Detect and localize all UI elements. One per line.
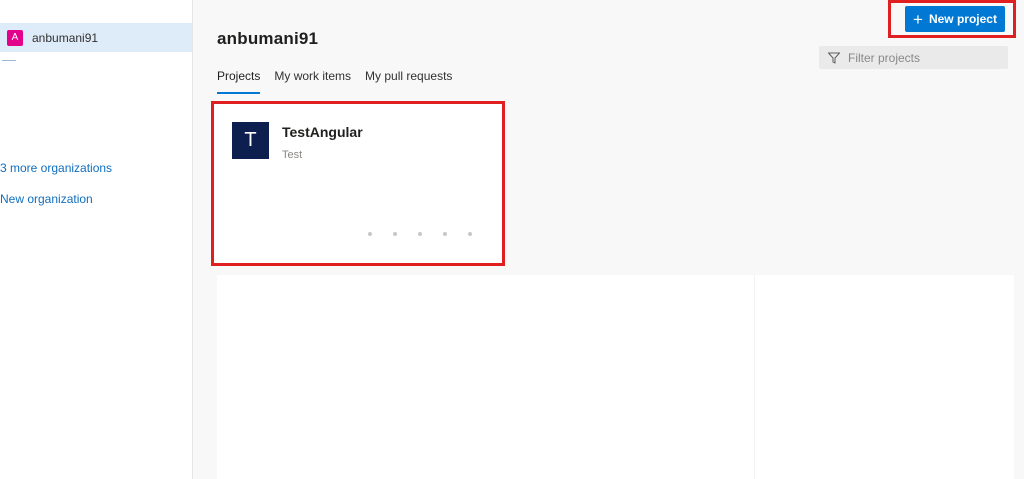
org-avatar: A <box>7 29 23 46</box>
project-card-highlight-box <box>211 101 505 266</box>
tab-bar: Projects My work items My pull requests <box>217 69 452 94</box>
app-root: A anbumani91 3 more organizations New or… <box>0 0 1024 479</box>
org-name: anbumani91 <box>32 30 99 45</box>
tab-my-work-items[interactable]: My work items <box>274 69 351 91</box>
new-organization-link[interactable]: New organization <box>0 192 93 206</box>
sidebar: A anbumani91 3 more organizations New or… <box>0 0 193 479</box>
filter-projects-input[interactable] <box>846 49 1000 66</box>
filter-projects-box[interactable] <box>819 46 1008 69</box>
page-title: anbumani91 <box>217 29 319 48</box>
sidebar-org-item[interactable]: A anbumani91 <box>0 23 192 52</box>
plus-icon: + <box>913 9 923 29</box>
tab-projects[interactable]: Projects <box>217 69 261 94</box>
tab-my-pull-requests[interactable]: My pull requests <box>365 69 452 91</box>
filter-icon <box>828 52 840 64</box>
new-project-button[interactable]: + New project <box>905 6 1005 32</box>
new-project-label: New project <box>928 12 997 26</box>
activity-panel-column <box>217 275 755 479</box>
sidebar-divider <box>2 60 16 61</box>
more-organizations-link[interactable]: 3 more organizations <box>0 161 112 175</box>
